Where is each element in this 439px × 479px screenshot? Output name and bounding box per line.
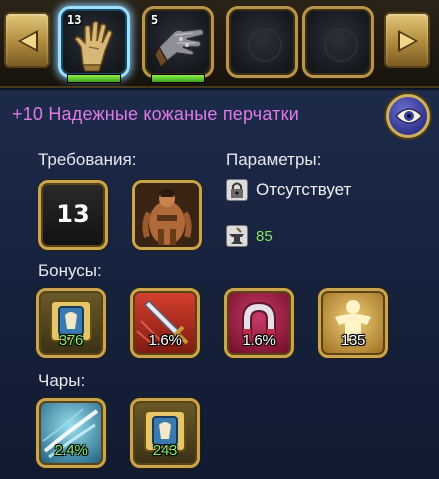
required-level-value: 13 (56, 200, 90, 228)
lock-param-value: Отсутствует (256, 180, 352, 199)
carousel-slot-empty[interactable] (226, 6, 298, 78)
slot-level: 13 (67, 13, 82, 27)
slot-durability-bar (151, 74, 205, 83)
prev-arrow-button[interactable] (4, 12, 50, 68)
bonus-value: 1.6% (242, 332, 276, 349)
slot-durability-bar (67, 74, 121, 83)
anvil-icon (226, 225, 248, 247)
item-carousel: 13 5 (0, 0, 439, 88)
arrow-left-icon (18, 30, 38, 52)
warrior-icon (135, 183, 199, 247)
bonus-value: 376 (58, 332, 84, 349)
enchant-tile-armor[interactable]: 243 (130, 398, 200, 468)
arrow-right-icon (398, 30, 418, 52)
enchant-value: 243 (152, 442, 178, 459)
bonus-value: 135 (340, 332, 366, 349)
carousel-slot-gauntlet[interactable]: 5 (142, 6, 214, 83)
required-level-tile: 13 (38, 180, 108, 250)
bonus-value: 1.6% (148, 332, 182, 349)
parameters-label: Параметры: (226, 150, 322, 169)
gauntlet-icon (153, 17, 209, 77)
item-info-panel: +10 Надежные кожаные перчатки Требования… (0, 90, 439, 479)
eye-icon (395, 108, 423, 124)
requirements-label: Требования: (38, 150, 137, 169)
enchant-value: 2.4% (54, 442, 88, 459)
anvil-param-value: 85 (256, 227, 273, 245)
empty-slot-icon (248, 28, 282, 62)
enchant-tile-tornado[interactable]: 2.4% (36, 398, 106, 468)
bonus-tile-crit[interactable]: 1.6% (130, 288, 200, 358)
anvil-param-row: 85 (226, 225, 273, 247)
bonus-tile-stat[interactable]: 135 (318, 288, 388, 358)
bonus-tile-armor[interactable]: 376 (36, 288, 106, 358)
lock-icon (226, 179, 248, 201)
slot-level: 5 (151, 13, 159, 27)
required-class-tile (132, 180, 202, 250)
empty-slot-icon (324, 28, 358, 62)
lock-param-row: Отсутствует (226, 179, 351, 201)
item-title: +10 Надежные кожаные перчатки (12, 104, 299, 124)
bonus-tile-magnet[interactable]: 1.6% (224, 288, 294, 358)
enchants-label: Чары: (38, 371, 86, 390)
carousel-slot-empty[interactable] (302, 6, 374, 78)
preview-button[interactable] (386, 94, 430, 138)
bonuses-label: Бонусы: (38, 261, 102, 280)
next-arrow-button[interactable] (384, 12, 430, 68)
carousel-slot-gloves[interactable]: 13 (58, 6, 130, 83)
